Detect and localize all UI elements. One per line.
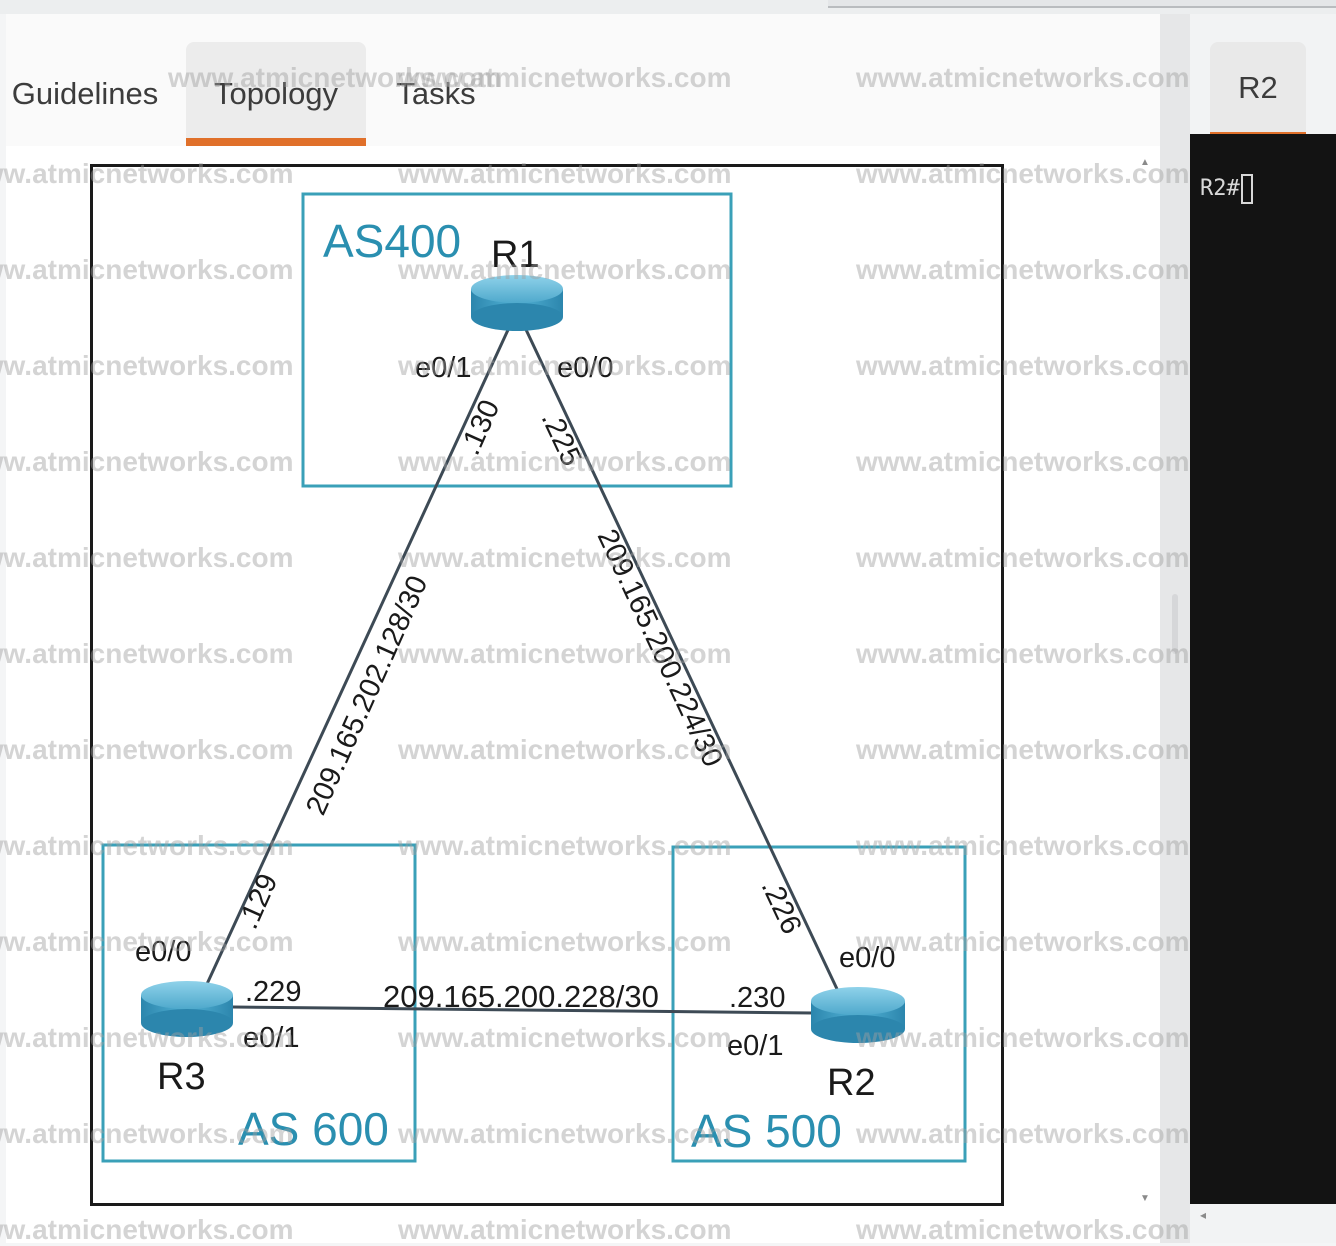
as600-label: AS 600 xyxy=(238,1103,389,1155)
topology-diagram: AS400 AS 600 AS 500 R1 R3 R2 e0/1 e0/0 e… xyxy=(90,164,1004,1206)
subnet-r1-r2-label: 209.165.200.224/30 xyxy=(591,524,729,771)
console-panel: R2 R2# ◂ xyxy=(1190,14,1336,1243)
r1-e0-1-label: e0/1 xyxy=(415,352,471,384)
router-r2-label: R2 xyxy=(827,1062,876,1104)
r2-host-226: .226 xyxy=(755,874,808,939)
router-r1-label: R1 xyxy=(491,234,540,276)
r2-e0-0-label: e0/0 xyxy=(839,942,895,974)
tab-bar: Guidelines Topology Tasks xyxy=(6,42,1160,146)
scroll-left-arrow-icon[interactable]: ◂ xyxy=(1200,1208,1206,1222)
tab-r2-label: R2 xyxy=(1238,70,1278,105)
terminal-prompt: R2# xyxy=(1200,176,1240,201)
tab-topology-label: Topology xyxy=(213,76,339,111)
tab-guidelines[interactable]: Guidelines xyxy=(6,42,164,146)
tab-guidelines-label: Guidelines xyxy=(11,76,159,111)
panel-divider[interactable] xyxy=(1160,14,1190,1243)
terminal-prompt-line: R2# xyxy=(1200,174,1253,204)
router-r1-icon xyxy=(471,275,563,331)
r3-e0-1-label: e0/1 xyxy=(243,1022,299,1054)
active-tab-indicator xyxy=(186,138,366,146)
router-r3-icon xyxy=(141,981,233,1037)
divider-grip[interactable] xyxy=(1172,594,1178,654)
r1-host-130: .130 xyxy=(454,395,506,460)
tab-topology[interactable]: Topology xyxy=(186,42,366,146)
left-panel: Guidelines Topology Tasks ▲ AS400 AS 600… xyxy=(6,14,1160,1243)
terminal-cursor xyxy=(1240,174,1253,204)
router-r3-label: R3 xyxy=(157,1056,206,1098)
subnet-r3-r2-label: 209.165.200.228/30 xyxy=(383,979,659,1014)
tab-tasks[interactable]: Tasks xyxy=(376,42,496,146)
terminal[interactable]: R2# xyxy=(1190,134,1336,1204)
tab-tasks-label: Tasks xyxy=(396,76,476,111)
overlay-window-border xyxy=(828,0,1336,8)
r2-host-230: .230 xyxy=(729,982,785,1014)
console-footer: ◂ xyxy=(1190,1204,1336,1243)
scroll-down-arrow-icon[interactable]: ▼ xyxy=(1140,1194,1150,1204)
scroll-up-arrow-icon[interactable]: ▲ xyxy=(1140,158,1150,168)
r1-e0-0-label: e0/0 xyxy=(557,352,613,384)
as400-label: AS400 xyxy=(323,215,461,267)
subnet-r1-r3-label: 209.165.202.128/30 xyxy=(300,571,434,820)
topology-content[interactable]: ▲ AS400 AS 600 AS 500 R1 R3 R2 e0/1 e0/0… xyxy=(6,146,1160,1243)
as500-label: AS 500 xyxy=(691,1105,842,1157)
r1-host-225: .225 xyxy=(535,406,588,471)
r3-host-229: .229 xyxy=(245,976,301,1008)
topology-svg: AS400 AS 600 AS 500 R1 R3 R2 e0/1 e0/0 e… xyxy=(101,192,967,1163)
router-r2-icon xyxy=(811,987,905,1043)
tab-r2-console[interactable]: R2 xyxy=(1210,42,1306,140)
r3-host-129: .129 xyxy=(232,869,284,934)
window-top-edge xyxy=(0,0,1336,14)
r3-e0-0-label: e0/0 xyxy=(135,936,191,968)
r2-e0-1-label: e0/1 xyxy=(727,1030,783,1062)
